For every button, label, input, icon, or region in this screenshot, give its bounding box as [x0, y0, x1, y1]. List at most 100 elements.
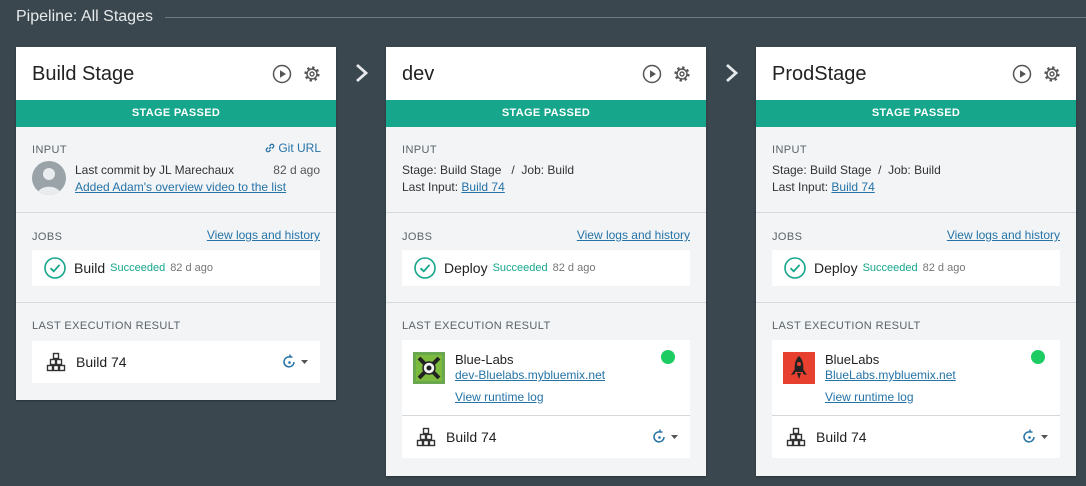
- last-input: Last Input: Build 74: [772, 180, 875, 194]
- input-label: INPUT: [772, 144, 807, 156]
- job-time: 82 d ago: [170, 262, 214, 274]
- view-runtime-log-link[interactable]: View runtime log: [455, 390, 544, 404]
- last-execution-label: LAST EXECUTION RESULT: [32, 320, 181, 332]
- avatar: [32, 161, 66, 195]
- app-name: BlueLabs: [825, 352, 880, 367]
- last-execution-section: LAST EXECUTION RESULT Blue-Labs dev-Blue…: [386, 303, 706, 475]
- last-input-link[interactable]: Build 74: [461, 180, 504, 194]
- stage-header: ProdStage: [756, 47, 1076, 100]
- stage-name: ProdStage: [772, 63, 867, 85]
- stage-status-banner: STAGE PASSED: [756, 100, 1076, 127]
- job-name: Build: [74, 260, 106, 276]
- caret-down-icon: [671, 434, 678, 439]
- app-running-status-dot: [661, 350, 675, 364]
- pipeline-header-divider: [164, 16, 1086, 18]
- input-section: INPUT Stage: Build Stage / Job: Build La…: [386, 127, 706, 213]
- git-url-link[interactable]: Git URL: [264, 141, 321, 155]
- job-name: Deploy: [444, 260, 488, 276]
- jobs-label: JOBS: [772, 231, 803, 243]
- job-status: Succeeded: [492, 262, 548, 274]
- job-name: Deploy: [814, 260, 858, 276]
- jobs-label: JOBS: [32, 231, 63, 243]
- gear-icon[interactable]: [1042, 64, 1062, 84]
- jobs-section: JOBS View logs and history Deploy Succee…: [756, 213, 1076, 303]
- redeploy-dropdown[interactable]: [1022, 429, 1048, 445]
- app-running-status-dot: [1031, 350, 1045, 364]
- input-label: INPUT: [402, 144, 437, 156]
- job-item[interactable]: Deploy Succeeded 82 d ago: [402, 250, 690, 286]
- stage-card-prodstage: ProdStage STAGE PASSED INPUT Stage: Buil…: [756, 47, 1076, 476]
- commit-author: Last commit by JL Marechaux: [75, 163, 234, 177]
- app-icon: [413, 352, 445, 384]
- app-name: Blue-Labs: [455, 352, 514, 367]
- gear-icon[interactable]: [302, 64, 322, 84]
- job-item[interactable]: Build Succeeded 82 d ago: [32, 250, 320, 286]
- build-stack-icon: [416, 427, 436, 447]
- play-icon[interactable]: [272, 64, 292, 84]
- pipeline-header: Pipeline: All Stages: [16, 6, 1086, 28]
- play-icon[interactable]: [642, 64, 662, 84]
- input-section: INPUT Git URL Last commit by JL Marechau…: [16, 127, 336, 213]
- success-check-icon: [44, 257, 66, 279]
- stage-header: dev: [386, 47, 706, 100]
- commit-message-link[interactable]: Added Adam's overview video to the list: [75, 180, 286, 194]
- last-execution-label: LAST EXECUTION RESULT: [772, 320, 921, 332]
- success-check-icon: [414, 257, 436, 279]
- jobs-section: JOBS View logs and history Deploy Succee…: [386, 213, 706, 303]
- redeploy-icon: [1023, 429, 1035, 443]
- stage-status-banner: STAGE PASSED: [16, 100, 336, 127]
- view-logs-link[interactable]: View logs and history: [577, 228, 690, 242]
- build-label: Build 74: [446, 429, 497, 445]
- success-check-icon: [784, 257, 806, 279]
- job-status: Succeeded: [110, 262, 166, 274]
- last-execution-label: LAST EXECUTION RESULT: [402, 320, 551, 332]
- redeploy-dropdown[interactable]: [282, 354, 308, 370]
- build-result[interactable]: Build 74: [772, 416, 1060, 458]
- stage-actions: [272, 64, 322, 84]
- job-item[interactable]: Deploy Succeeded 82 d ago: [772, 250, 1060, 286]
- stage-name: Build Stage: [32, 63, 135, 85]
- caret-down-icon: [1041, 434, 1048, 439]
- jobs-section: JOBS View logs and history Build Succeed…: [16, 213, 336, 303]
- last-input-link[interactable]: Build 74: [831, 180, 874, 194]
- stage-actions: [642, 64, 692, 84]
- stage-status-banner: STAGE PASSED: [386, 100, 706, 127]
- last-input: Last Input: Build 74: [402, 180, 505, 194]
- app-url-link[interactable]: dev-Bluelabs.mybluemix.net: [455, 368, 605, 382]
- input-stage-job: Stage: Build Stage / Job: Build: [772, 163, 941, 177]
- input-section: INPUT Stage: Build Stage / Job: Build La…: [756, 127, 1076, 213]
- redeploy-icon: [653, 429, 665, 443]
- job-status: Succeeded: [862, 262, 918, 274]
- rocket-app-icon: [783, 352, 815, 384]
- input-label: INPUT: [32, 144, 67, 156]
- commit-time: 82 d ago: [273, 163, 320, 177]
- view-runtime-log-link[interactable]: View runtime log: [825, 390, 914, 404]
- last-execution-section: LAST EXECUTION RESULT BlueLabs BlueLabs.…: [756, 303, 1076, 475]
- build-result[interactable]: Build 74: [402, 416, 690, 458]
- last-input-label: Last Input:: [402, 180, 459, 194]
- view-logs-link[interactable]: View logs and history: [947, 228, 1060, 242]
- link-icon: [266, 143, 275, 153]
- view-logs-link[interactable]: View logs and history: [207, 228, 320, 242]
- input-stage-job: Stage: Build Stage / Job: Build: [402, 163, 575, 177]
- build-result[interactable]: Build 74: [32, 341, 320, 383]
- caret-down-icon: [301, 359, 308, 364]
- redeploy-dropdown[interactable]: [652, 429, 678, 445]
- chevron-right-icon: [356, 63, 369, 83]
- stage-header: Build Stage: [16, 47, 336, 100]
- build-stack-icon: [46, 352, 66, 372]
- gear-icon[interactable]: [672, 64, 692, 84]
- app-url-link[interactable]: BlueLabs.mybluemix.net: [825, 368, 956, 382]
- redeploy-icon: [283, 354, 295, 368]
- last-execution-section: LAST EXECUTION RESULT Build 74: [16, 303, 336, 400]
- jobs-label: JOBS: [402, 231, 433, 243]
- chevron-right-icon: [726, 63, 739, 83]
- build-label: Build 74: [76, 354, 127, 370]
- app-result: BlueLabs BlueLabs.mybluemix.net View run…: [772, 340, 1060, 416]
- play-icon[interactable]: [1012, 64, 1032, 84]
- job-time: 82 d ago: [922, 262, 966, 274]
- job-time: 82 d ago: [552, 262, 596, 274]
- stage-card-build-stage: Build Stage STAGE PASSED INPUT Git URL L…: [16, 47, 336, 400]
- build-stack-icon: [786, 427, 806, 447]
- app-result: Blue-Labs dev-Bluelabs.mybluemix.net Vie…: [402, 340, 690, 416]
